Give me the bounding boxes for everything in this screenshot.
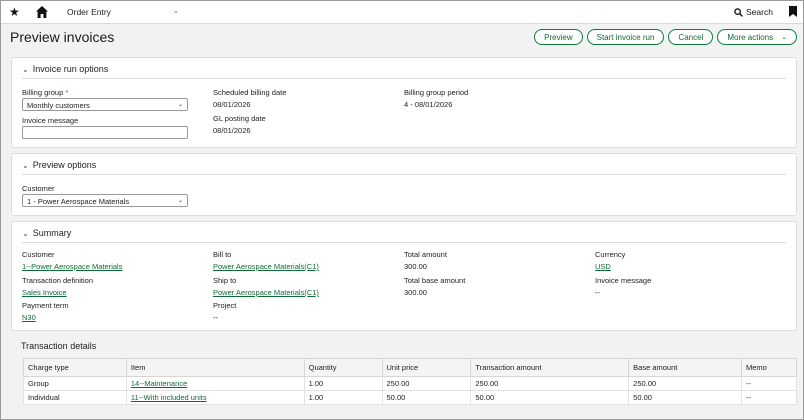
summary-customer-label: Customer [22, 250, 55, 259]
billing-group-label-text: Billing group [22, 88, 64, 97]
invoice-message-input[interactable] [22, 126, 188, 139]
total-base-amount-label: Total base amount [404, 276, 466, 285]
bookmark-icon[interactable] [789, 6, 797, 17]
billing-group-select[interactable]: Monthly customers ⌄ [22, 98, 188, 111]
section-title: Preview options [32, 160, 97, 170]
column-header[interactable]: Transaction amount [470, 358, 630, 377]
billing-group-label: Billing group * [22, 88, 68, 97]
transaction-details-title: Transaction details [21, 341, 97, 351]
summary-customer-link[interactable]: 1--Power Aerospace Materials [22, 262, 122, 271]
preview-options-header[interactable]: ⌄ Preview options [22, 160, 96, 170]
caret-down-icon: ⌄ [22, 160, 29, 170]
billing-group-value: Monthly customers [27, 101, 90, 110]
gl-posting-date-label: GL posting date [213, 114, 266, 123]
item-cell: 14--Maintenance [125, 376, 305, 391]
table-row[interactable]: Individual 11--With included units 1.00 … [23, 390, 798, 405]
bill-to-label: Bill to [213, 250, 232, 259]
table-header-row: Charge type Item Quantity Unit price Tra… [23, 358, 798, 377]
ship-to-link[interactable]: Power Aerospace Materials(C1) [213, 288, 319, 297]
column-header[interactable]: Unit price [381, 358, 472, 377]
chevron-down-icon: ⌄ [177, 198, 183, 204]
bill-to-link[interactable]: Power Aerospace Materials(C1) [213, 262, 319, 271]
total-amount-label: Total amount [404, 250, 447, 259]
customer-select[interactable]: 1 - Power Aerospace Materials ⌄ [22, 194, 188, 207]
module-selector[interactable]: Order Entry [67, 7, 111, 17]
charge-type-cell: Individual [23, 390, 127, 405]
charge-type-cell: Group [23, 376, 127, 391]
memo-cell: -- [740, 390, 798, 405]
chevron-down-icon: ⌄ [781, 34, 787, 41]
column-header[interactable]: Charge type [23, 358, 127, 377]
caret-down-icon: ⌄ [22, 64, 29, 74]
currency-label: Currency [595, 250, 626, 259]
quantity-cell: 1.00 [303, 390, 383, 405]
summary-header[interactable]: ⌄ Summary [22, 228, 71, 238]
unit-price-cell: 250.00 [381, 376, 472, 391]
invoice-run-options-header[interactable]: ⌄ Invoice run options [22, 64, 108, 74]
base-amount-cell: 50.00 [628, 390, 742, 405]
currency-link[interactable]: USD [595, 262, 611, 271]
summary-invoice-message-label: Invoice message [595, 276, 652, 285]
caret-down-icon: ⌄ [22, 228, 29, 238]
star-icon[interactable]: ★ [9, 5, 20, 19]
item-link[interactable]: 14--Maintenance [131, 379, 187, 388]
unit-price-cell: 50.00 [381, 390, 472, 405]
total-amount-value: 300.00 [404, 262, 427, 271]
action-buttons: Preview Start invoice run Cancel More ac… [534, 29, 797, 45]
divider [22, 78, 786, 79]
column-header[interactable]: Item [125, 358, 305, 377]
column-header[interactable]: Base amount [628, 358, 742, 377]
payment-term-label: Payment term [22, 301, 69, 310]
scheduled-billing-date-label: Scheduled billing date [213, 88, 287, 97]
app-frame: ★ Order Entry ⌄ Search Preview invoices … [0, 0, 804, 420]
cancel-button[interactable]: Cancel [668, 29, 714, 45]
preview-options-section: ⌄ Preview options Customer 1 - Power Aer… [11, 153, 797, 216]
required-marker: * [65, 88, 69, 97]
section-title: Invoice run options [32, 64, 109, 74]
divider [22, 242, 786, 243]
page-title: Preview invoices [10, 29, 115, 45]
scheduled-billing-date-value: 08/01/2026 [213, 100, 251, 109]
search-label: Search [746, 7, 773, 17]
quantity-cell: 1.00 [303, 376, 383, 391]
memo-cell: -- [740, 376, 798, 391]
project-label: Project [213, 301, 237, 310]
home-icon[interactable] [35, 5, 49, 19]
item-cell: 11--With included units [125, 390, 305, 405]
ship-to-label: Ship to [213, 276, 237, 285]
invoice-run-options-section: ⌄ Invoice run options Billing group * Mo… [11, 57, 797, 148]
total-base-amount-value: 300.00 [404, 288, 427, 297]
billing-group-period-value: 4 - 08/01/2026 [404, 100, 453, 109]
chevron-down-icon: ⌄ [177, 102, 183, 108]
customer-label: Customer [22, 184, 55, 193]
transaction-amount-cell: 250.00 [470, 376, 630, 391]
table-row[interactable]: Group 14--Maintenance 1.00 250.00 250.00… [23, 376, 798, 391]
column-header[interactable]: Memo [740, 358, 798, 377]
transaction-definition-link[interactable]: Sales Invoice [22, 288, 67, 297]
project-value: -- [213, 313, 218, 322]
more-actions-button[interactable]: More actions ⌄ [717, 29, 797, 45]
start-invoice-run-button[interactable]: Start invoice run [586, 29, 665, 45]
transaction-amount-cell: 50.00 [470, 390, 630, 405]
summary-invoice-message-value: -- [595, 288, 600, 297]
transaction-definition-label: Transaction definition [22, 276, 94, 285]
gl-posting-date-value: 08/01/2026 [213, 126, 251, 135]
invoice-message-label: Invoice message [22, 116, 79, 125]
search-icon [734, 7, 743, 17]
transaction-details-table: Charge type Item Quantity Unit price Tra… [23, 358, 798, 405]
chevron-down-icon[interactable]: ⌄ [173, 7, 179, 15]
top-navigation-bar: ★ Order Entry ⌄ Search [1, 1, 803, 24]
preview-button[interactable]: Preview [534, 29, 583, 45]
column-header[interactable]: Quantity [303, 358, 383, 377]
divider [22, 174, 786, 175]
item-link[interactable]: 11--With included units [131, 393, 207, 402]
billing-group-period-label: Billing group period [404, 88, 469, 97]
payment-term-link[interactable]: N30 [22, 313, 36, 322]
search-button[interactable]: Search [734, 7, 773, 17]
section-title: Summary [32, 228, 72, 238]
base-amount-cell: 250.00 [628, 376, 742, 391]
summary-section: ⌄ Summary Customer 1--Power Aerospace Ma… [11, 221, 797, 331]
more-actions-label: More actions [727, 32, 774, 42]
customer-value: 1 - Power Aerospace Materials [27, 197, 130, 206]
